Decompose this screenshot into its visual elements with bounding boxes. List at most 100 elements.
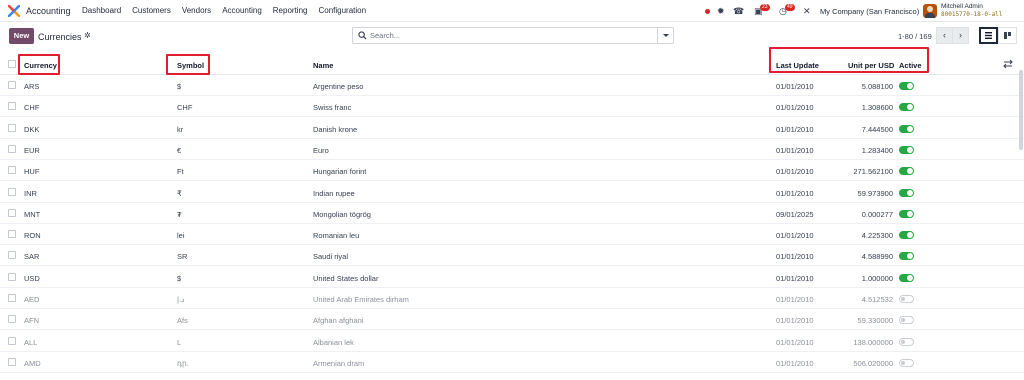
active-toggle[interactable] bbox=[899, 273, 914, 282]
active-toggle[interactable] bbox=[899, 231, 914, 240]
active-toggle[interactable] bbox=[899, 358, 914, 367]
cell-unit-per-usd: 4.512532 bbox=[861, 295, 893, 304]
cell-symbol: L bbox=[177, 337, 182, 347]
table-row[interactable]: HUF Ft Hungarian forint 01/01/2010 271.56210… bbox=[0, 160, 1024, 182]
menu-item-dashboard[interactable]: Dashboard bbox=[82, 6, 121, 15]
row-checkbox[interactable] bbox=[8, 166, 16, 175]
cell-name: Albanian lek bbox=[313, 337, 354, 347]
optional-columns-icon[interactable] bbox=[1003, 59, 1013, 69]
cell-last-update: 01/01/2010 bbox=[776, 167, 814, 177]
header-currency[interactable]: Currency bbox=[24, 61, 57, 70]
phone-icon[interactable]: ☎ bbox=[733, 6, 744, 16]
cell-unit-per-usd: 1.283400 bbox=[861, 145, 893, 155]
database-name: 80015770-18-0-all bbox=[941, 11, 1003, 18]
active-toggle[interactable] bbox=[899, 337, 914, 346]
cell-currency: EUR bbox=[24, 145, 40, 155]
cell-last-update: 01/01/2010 bbox=[776, 358, 814, 368]
kanban-view-button[interactable] bbox=[998, 27, 1017, 44]
table-row[interactable]: ALL L Albanian lek 01/01/2010 138.000000 bbox=[0, 331, 1024, 352]
cell-last-update: 01/01/2010 bbox=[776, 337, 814, 347]
search-options-toggle[interactable] bbox=[657, 28, 673, 43]
row-checkbox[interactable] bbox=[8, 187, 16, 196]
table-row[interactable]: USD $ United States dollar 01/01/2010 1.0000… bbox=[0, 267, 1024, 288]
bug-icon[interactable]: ✹ bbox=[717, 6, 725, 16]
header-last-update[interactable]: Last Update bbox=[776, 61, 819, 70]
active-toggle[interactable] bbox=[899, 167, 914, 176]
table-row[interactable]: AMD դր. Armenian dram 01/01/2010 506.020000 bbox=[0, 352, 1024, 373]
avatar[interactable] bbox=[923, 4, 937, 18]
cell-currency: AMD bbox=[24, 358, 41, 368]
active-toggle[interactable] bbox=[899, 145, 914, 154]
active-toggle[interactable] bbox=[899, 316, 914, 325]
row-checkbox[interactable] bbox=[8, 294, 16, 302]
cell-name: Afghan afghani bbox=[313, 316, 364, 326]
table-row[interactable]: SAR SR Saudi riyal 01/01/2010 4.588990 bbox=[0, 245, 1024, 267]
pager-previous-button[interactable]: ‹ bbox=[936, 27, 953, 44]
row-checkbox[interactable] bbox=[8, 123, 16, 132]
active-toggle[interactable] bbox=[899, 295, 914, 303]
select-all-checkbox[interactable] bbox=[8, 60, 16, 68]
row-checkbox[interactable] bbox=[8, 357, 16, 366]
header-active[interactable]: Active bbox=[899, 61, 922, 70]
table-row[interactable]: INR ₹ Indian rupee 01/01/2010 59.973900 bbox=[0, 182, 1024, 203]
active-toggle[interactable] bbox=[899, 82, 914, 90]
menu-item-reporting[interactable]: Reporting bbox=[273, 6, 308, 15]
cell-currency: CHF bbox=[24, 103, 40, 113]
cell-unit-per-usd: 4.225300 bbox=[861, 231, 893, 241]
row-checkbox[interactable] bbox=[8, 102, 16, 111]
cell-currency: INR bbox=[24, 188, 37, 198]
table-row[interactable]: AFN Afs Afghan afghani 01/01/2010 59.330000 bbox=[0, 309, 1024, 331]
search-input[interactable] bbox=[370, 30, 650, 41]
new-button[interactable]: New bbox=[9, 28, 34, 44]
active-toggle[interactable] bbox=[899, 124, 914, 133]
active-toggle[interactable] bbox=[899, 252, 914, 261]
row-checkbox[interactable] bbox=[8, 230, 16, 239]
pager-next-button[interactable]: › bbox=[952, 27, 969, 44]
gear-icon[interactable]: ✲ bbox=[84, 31, 91, 40]
table-row[interactable]: RON lei Romanian leu 01/01/2010 4.225300 bbox=[0, 224, 1024, 246]
tools-icon[interactable]: ✕ bbox=[803, 6, 811, 16]
list-view-button[interactable] bbox=[979, 27, 998, 44]
table-row[interactable]: CHF CHF Swiss franc 01/01/2010 1.308600 bbox=[0, 96, 1024, 118]
table-row[interactable]: ARS $ Argentine peso 01/01/2010 5.088100 bbox=[0, 75, 1024, 96]
active-toggle[interactable] bbox=[899, 103, 914, 112]
cell-symbol: դր. bbox=[177, 358, 189, 368]
cell-symbol: kr bbox=[177, 124, 184, 134]
menu-item-configuration[interactable]: Configuration bbox=[318, 6, 366, 15]
company-switcher[interactable]: My Company (San Francisco) bbox=[820, 7, 919, 16]
app-name[interactable]: Accounting bbox=[26, 6, 71, 16]
recording-dot-icon[interactable] bbox=[705, 9, 710, 14]
row-checkbox[interactable] bbox=[8, 81, 16, 89]
top-navbar: Accounting Dashboard Customers Vendors A… bbox=[0, 0, 1024, 22]
row-checkbox[interactable] bbox=[8, 336, 16, 345]
table-row[interactable]: EUR € Euro 01/01/2010 1.283400 bbox=[0, 139, 1024, 160]
user-name[interactable]: Mitchell Admin bbox=[941, 3, 983, 10]
row-checkbox[interactable] bbox=[8, 315, 16, 324]
header-name[interactable]: Name bbox=[313, 61, 333, 70]
cell-last-update: 01/01/2010 bbox=[776, 124, 814, 134]
chat-badge: 23 bbox=[760, 4, 770, 11]
menu-item-accounting[interactable]: Accounting bbox=[222, 6, 262, 15]
row-checkbox[interactable] bbox=[8, 272, 16, 281]
cell-currency: MNT bbox=[24, 209, 41, 219]
search-bar[interactable] bbox=[352, 27, 674, 44]
menu-item-customers[interactable]: Customers bbox=[132, 6, 171, 15]
row-checkbox[interactable] bbox=[8, 251, 16, 260]
cell-currency: SAR bbox=[24, 252, 40, 262]
header-unit-per-usd[interactable]: Unit per USD bbox=[848, 61, 894, 70]
pager-value[interactable]: 1-80 / 169 bbox=[898, 32, 932, 41]
cell-unit-per-usd: 271.562100 bbox=[853, 167, 893, 177]
vertical-scrollbar[interactable] bbox=[1019, 70, 1023, 150]
accounting-app-icon[interactable] bbox=[8, 5, 20, 17]
row-checkbox[interactable] bbox=[8, 208, 16, 217]
cell-name: Indian rupee bbox=[313, 188, 355, 198]
menu-item-vendors[interactable]: Vendors bbox=[182, 6, 211, 15]
row-checkbox[interactable] bbox=[8, 144, 16, 153]
table-row[interactable]: AED د.إ United Arab Emirates dirham 01/01/2… bbox=[0, 288, 1024, 309]
table-row[interactable]: MNT ₮ Mongolian tögrög 09/01/2025 0.000277 bbox=[0, 203, 1024, 224]
active-toggle[interactable] bbox=[899, 209, 914, 218]
header-symbol[interactable]: Symbol bbox=[177, 61, 204, 70]
active-toggle[interactable] bbox=[899, 188, 914, 197]
table-row[interactable]: DKK kr Danish krone 01/01/2010 7.444500 bbox=[0, 118, 1024, 139]
cell-name: Saudi riyal bbox=[313, 252, 349, 262]
